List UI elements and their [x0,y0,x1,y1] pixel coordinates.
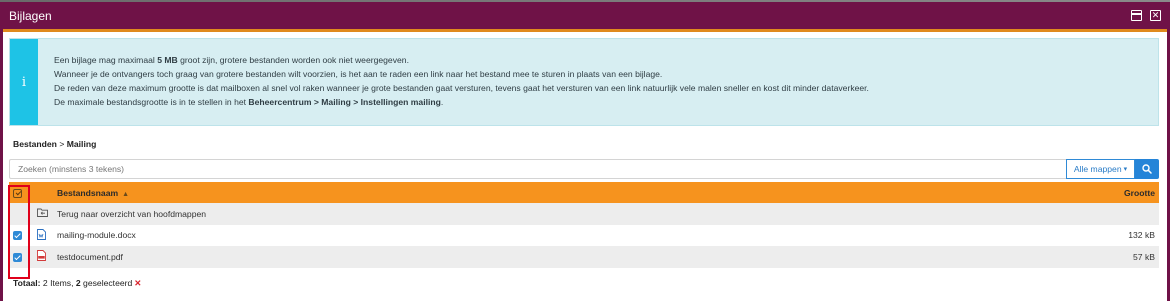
file-name: testdocument.pdf [57,251,123,262]
sort-asc-icon: ▲ [122,190,130,198]
column-name-label: Bestandsnaam [57,187,119,198]
row-icon-cell [27,246,57,268]
file-size: 132 kB [1128,230,1155,241]
info-max-size: 5 MB [157,55,178,65]
search-button[interactable] [1135,159,1159,179]
close-icon[interactable]: ✕ [1150,10,1161,21]
info-line-4-rest: . [440,97,444,107]
attachments-dialog: Bijlagen ✕ i Een bijlage mag maximaal 5 … [0,2,1170,301]
breadcrumb-separator: > [56,139,67,149]
chevron-down-icon: ▾ [1123,166,1128,173]
icon-column-header [27,182,57,203]
info-line-2: Wanneer je de ontvangers toch graag van … [54,69,663,79]
info-line-4: De maximale bestandsgrootte is in te ste… [54,95,869,109]
info-line-3: De reden van deze maximum grootte is dat… [54,83,869,93]
window-controls: ✕ [1131,10,1161,21]
search-bar: Alle mappen ▾ [9,159,1159,179]
search-icon [1142,164,1152,174]
dialog-titlebar: Bijlagen ✕ [3,2,1167,32]
breadcrumb: Bestanden > Mailing [13,139,1159,149]
table-header: Bestandsnaam ▲ Grootte [9,182,1159,203]
total-label: Totaal: [13,277,41,288]
row-icon-cell [27,225,57,247]
clear-selection-icon[interactable]: ✕ [134,278,141,288]
select-all-cell [9,182,27,203]
file-size: 57 kB [1133,251,1155,262]
column-header-name[interactable]: Bestandsnaam ▲ [57,182,949,203]
info-icon: i [10,39,38,125]
row-check-cell [9,246,27,268]
info-line-4-text: De maximale bestandsgrootte is in te ste… [54,97,249,107]
info-text: Een bijlage mag maximaal 5 MB groot zijn… [38,39,885,125]
back-row-size-cell [949,203,1159,225]
pdf-file-icon [37,250,46,262]
maximize-icon[interactable] [1131,10,1142,21]
file-name: mailing-module.docx [57,230,136,241]
info-line-1: Een bijlage mag maximaal 5 MB groot zijn… [54,53,869,67]
row-check-cell [9,225,27,247]
dialog-content: i Een bijlage mag maximaal 5 MB groot zi… [3,32,1167,289]
info-line-1-text: Een bijlage mag maximaal [54,55,158,65]
folder-filter-label: Alle mappen [1073,164,1122,174]
search-input[interactable] [9,159,1066,179]
column-header-size[interactable]: Grootte [949,182,1159,203]
dialog-title: Bijlagen [9,8,52,23]
row-checkbox[interactable] [13,252,22,262]
back-row-label: Terug naar overzicht van hoofdmappen [57,208,207,219]
folder-back-icon [37,208,48,218]
row-checkbox[interactable] [13,231,22,241]
info-line-1-rest: groot zijn, grotere bestanden worden ook… [177,55,409,65]
folder-filter-dropdown[interactable]: Alle mappen ▾ [1066,159,1135,179]
table-row[interactable]: testdocument.pdf 57 kB [9,246,1159,268]
info-settings-path: Beheercentrum > Mailing > Instellingen m… [248,97,441,107]
word-file-icon [37,228,46,240]
items-text: Items, [47,277,76,288]
table-row[interactable]: mailing-module.docx 132 kB [9,225,1159,247]
info-alert: i Een bijlage mag maximaal 5 MB groot zi… [9,38,1159,126]
back-row-check-cell [9,203,27,225]
breadcrumb-root[interactable]: Bestanden [13,139,57,149]
breadcrumb-current: Mailing [66,139,97,149]
selection-summary: Totaal: 2 Items, 2 geselecteerd ✕ [13,278,1159,289]
select-all-checkbox[interactable] [13,188,22,198]
back-row[interactable]: Terug naar overzicht van hoofdmappen [9,203,1159,225]
files-table: Bestandsnaam ▲ Grootte Terug naar overzic… [9,182,1159,268]
selected-text: geselecteerd [80,277,133,288]
back-row-icon-cell [27,203,57,225]
